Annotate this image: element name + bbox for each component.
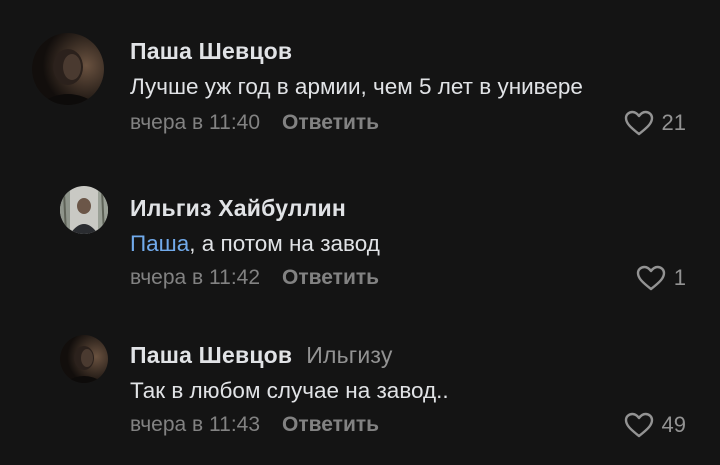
heart-outline-icon xyxy=(624,412,654,438)
comment-text: Лучше уж год в армии, чем 5 лет в универ… xyxy=(130,74,583,99)
mention-link[interactable]: Паша xyxy=(130,231,189,256)
comment-meta: вчера в 11:40 Ответить xyxy=(130,111,379,135)
comment-text: Так в любом случае на завод.. xyxy=(130,378,449,403)
reply-button[interactable]: Ответить xyxy=(282,111,379,134)
comment-meta: вчера в 11:42 Ответить xyxy=(130,266,379,290)
comment-time[interactable]: вчера в 11:40 xyxy=(130,111,260,134)
reply-to-link[interactable]: Ильгизу xyxy=(306,342,392,368)
avatar[interactable] xyxy=(60,335,108,383)
heart-outline-icon xyxy=(636,265,666,291)
like-count: 49 xyxy=(661,412,686,437)
like-button[interactable]: 1 xyxy=(636,265,686,291)
like-count: 1 xyxy=(673,265,686,290)
author-name[interactable]: Паша Шевцов xyxy=(130,342,292,368)
author-name[interactable]: Ильгиз Хайбуллин xyxy=(130,195,346,221)
author-name-line: Паша Шевцов Ильгизу xyxy=(130,342,393,369)
reply-button[interactable]: Ответить xyxy=(282,413,379,436)
author-name[interactable]: Паша Шевцов xyxy=(130,38,292,64)
comment-item: Паша Шевцов Ильгизу Так в любом случае на… xyxy=(0,320,720,465)
heart-outline-icon xyxy=(624,110,654,136)
reply-button[interactable]: Ответить xyxy=(282,266,379,289)
like-count: 21 xyxy=(661,110,686,135)
author-name-line: Паша Шевцов xyxy=(130,38,292,65)
comment-text-body: , а потом на завод xyxy=(189,231,380,256)
comment-item: Паша Шевцов Лучше уж год в армии, чем 5 … xyxy=(0,0,720,160)
like-button[interactable]: 49 xyxy=(624,412,686,438)
comment-text: Паша, а потом на завод xyxy=(130,231,380,257)
author-name-line: Ильгиз Хайбуллин xyxy=(130,195,346,222)
avatar[interactable] xyxy=(60,186,108,234)
comment-item: Ильгиз Хайбуллин Паша, а потом на завод … xyxy=(0,160,720,320)
like-button[interactable]: 21 xyxy=(624,110,686,136)
avatar[interactable] xyxy=(32,33,104,105)
comment-time[interactable]: вчера в 11:43 xyxy=(130,413,260,436)
comment-time[interactable]: вчера в 11:42 xyxy=(130,266,260,289)
comment-meta: вчера в 11:43 Ответить xyxy=(130,413,379,437)
